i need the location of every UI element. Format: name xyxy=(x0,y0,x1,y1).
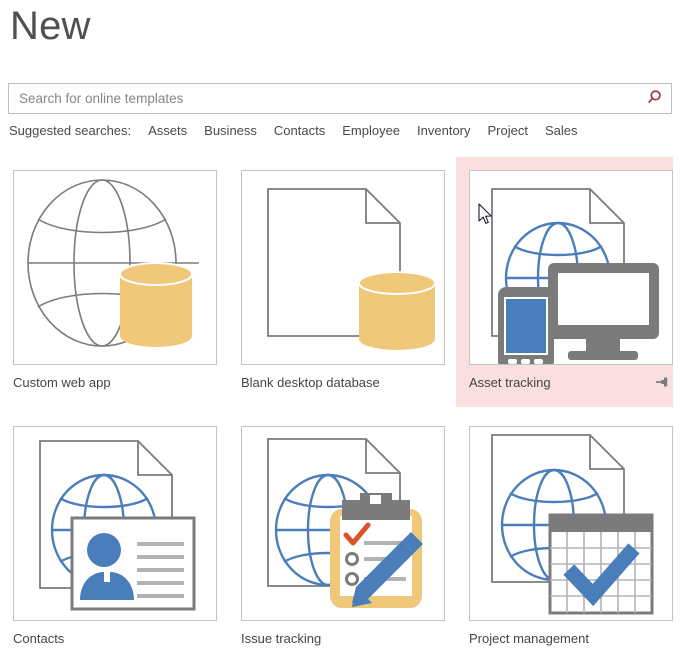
document-globe-contact-card-icon xyxy=(39,440,196,611)
document-globe-clipboard-pencil-icon xyxy=(267,438,423,608)
template-thumbnail[interactable] xyxy=(241,426,445,621)
document-with-database-icon xyxy=(267,188,436,350)
smartphone xyxy=(498,287,554,364)
template-tile-issue-tracking[interactable]: Issue tracking xyxy=(228,413,445,663)
contact-card xyxy=(70,516,196,611)
suggested-search-sales[interactable]: Sales xyxy=(545,123,578,138)
template-label-row: Blank desktop database xyxy=(241,365,445,399)
template-name: Custom web app xyxy=(13,374,111,390)
template-name: Blank desktop database xyxy=(241,374,380,390)
template-tile-custom-web-app[interactable]: Custom web app xyxy=(0,157,217,407)
template-name: Issue tracking xyxy=(241,630,322,646)
template-tile-asset-tracking[interactable]: Asset tracking xyxy=(456,157,673,407)
document-globe-monitor-phone-icon xyxy=(491,188,659,364)
page-title: New xyxy=(10,4,91,48)
template-row: Contacts Issue tracking Project manageme… xyxy=(0,413,700,669)
template-name: Contacts xyxy=(13,630,65,646)
template-tile-project-management[interactable]: Project management xyxy=(456,413,673,663)
template-row: Custom web app Blank desktop database As… xyxy=(0,157,700,413)
document-globe-calendar-check-icon xyxy=(491,434,654,615)
template-thumbnail[interactable] xyxy=(241,170,445,365)
suggested-search-inventory[interactable]: Inventory xyxy=(417,123,470,138)
template-label-row: Issue tracking xyxy=(241,621,445,655)
suggested-search-assets[interactable]: Assets xyxy=(148,123,187,138)
search-button[interactable] xyxy=(641,87,667,110)
template-tile-contacts[interactable]: Contacts xyxy=(0,413,217,663)
suggested-search-contacts[interactable]: Contacts xyxy=(274,123,325,138)
template-grid: Custom web app Blank desktop database As… xyxy=(0,157,700,669)
template-thumbnail[interactable] xyxy=(13,170,217,365)
template-name: Asset tracking xyxy=(469,374,551,390)
template-thumbnail[interactable] xyxy=(469,426,673,621)
suggested-searches-label: Suggested searches: xyxy=(9,123,132,138)
search-input[interactable] xyxy=(9,84,629,113)
monitor xyxy=(548,263,659,360)
suggested-searches: Suggested searches: Assets Business Cont… xyxy=(9,123,595,138)
database-cylinder xyxy=(358,271,436,350)
template-label-row: Project management xyxy=(469,621,673,655)
template-thumbnail[interactable] xyxy=(469,170,673,365)
pushpin-icon[interactable] xyxy=(655,374,671,390)
template-label-row: Custom web app xyxy=(13,365,217,399)
calendar xyxy=(548,513,654,615)
template-label-row: Contacts xyxy=(13,621,217,655)
template-tile-blank-desktop-database[interactable]: Blank desktop database xyxy=(228,157,445,407)
suggested-search-employee[interactable]: Employee xyxy=(342,123,400,138)
suggested-search-business[interactable]: Business xyxy=(204,123,257,138)
search-bar[interactable] xyxy=(8,83,672,114)
template-thumbnail[interactable] xyxy=(13,426,217,621)
template-name: Project management xyxy=(469,630,589,646)
database-cylinder xyxy=(119,262,193,347)
globe-gray-with-database-icon xyxy=(27,179,199,347)
template-label-row: Asset tracking xyxy=(469,365,673,399)
search-icon xyxy=(646,89,663,109)
suggested-search-project[interactable]: Project xyxy=(488,123,528,138)
